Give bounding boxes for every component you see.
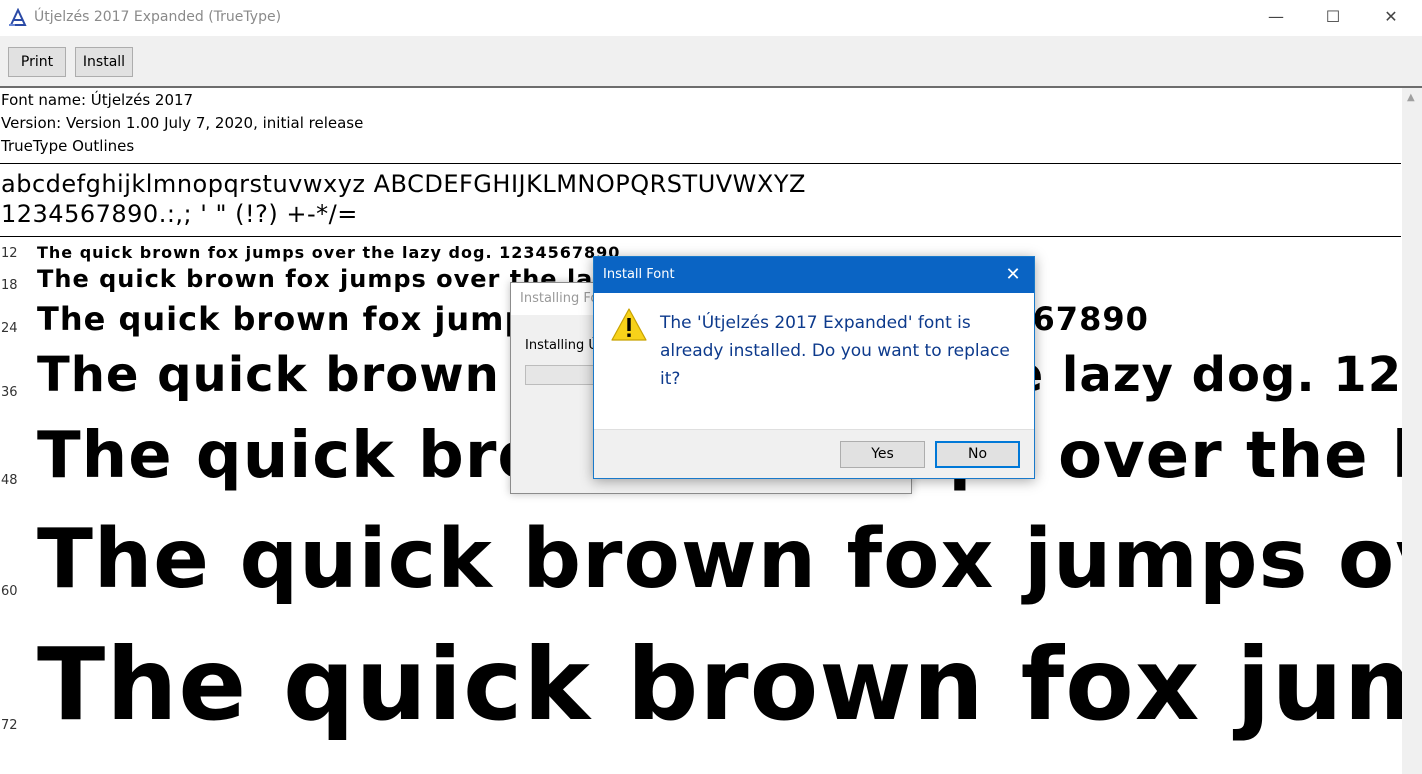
sample-size-label: 48: [1, 473, 18, 488]
divider: [0, 163, 1401, 164]
install-font-dialog: Install Font ✕ The 'Útjelzés 2017 Expand…: [593, 256, 1035, 479]
installing-dialog-title: Installing Fo: [520, 291, 599, 306]
sample-size-label: 60: [1, 584, 18, 599]
font-name-line: Font name: Útjelzés 2017: [1, 91, 194, 109]
maximize-button[interactable]: ☐: [1310, 0, 1356, 34]
dialog-close-button[interactable]: ✕: [992, 257, 1034, 293]
sample-size-label: 12: [1, 246, 18, 261]
font-version-line: Version: Version 1.00 July 7, 2020, init…: [1, 114, 364, 132]
close-window-button[interactable]: ✕: [1368, 0, 1414, 34]
minimize-button[interactable]: —: [1253, 0, 1299, 34]
scroll-up-arrow-icon[interactable]: ▲: [1407, 92, 1415, 103]
toolbar: Print Install: [0, 36, 1422, 88]
sample-text: The quick brown fox jumps over the lazy …: [37, 512, 1402, 607]
dialog-title: Install Font: [603, 267, 675, 282]
dialog-title-bar: Install Font ✕: [594, 257, 1034, 293]
divider: [0, 236, 1401, 237]
sample-size-label: 24: [1, 321, 18, 336]
font-outline-type: TrueType Outlines: [1, 137, 135, 155]
sample-size-label: 72: [1, 718, 18, 733]
warning-icon: [611, 308, 647, 341]
install-button[interactable]: Install: [75, 47, 133, 77]
dialog-button-bar: Yes No: [594, 429, 1034, 478]
no-button[interactable]: No: [935, 441, 1020, 468]
charset-digits-symbols: 1234567890.:,; ' " (!?) +-*/=: [1, 200, 358, 228]
vertical-scrollbar[interactable]: ▲: [1402, 88, 1422, 774]
sample-text: The quick brown fox jumps over the lazy …: [37, 626, 1402, 743]
charset-letters: abcdefghijklmnopqrstuvwxyz ABCDEFGHIJKLM…: [1, 170, 806, 198]
sample-size-label: 36: [1, 385, 18, 400]
yes-button[interactable]: Yes: [840, 441, 925, 468]
sample-row-60: 60 The quick brown fox jumps over the la…: [0, 506, 1402, 624]
title-bar: Útjelzés 2017 Expanded (TrueType) — ☐ ✕: [0, 0, 1422, 36]
window-title: Útjelzés 2017 Expanded (TrueType): [34, 9, 282, 25]
installing-message: Installing Ú: [525, 338, 598, 353]
sample-size-label: 18: [1, 278, 18, 293]
dialog-message: The 'Útjelzés 2017 Expanded' font is alr…: [660, 313, 1010, 389]
sample-text: The quick brown fox jumps over the lazy …: [37, 243, 621, 262]
font-app-icon: [9, 8, 27, 26]
sample-row-72: 72 The quick brown fox jumps over the la…: [0, 624, 1402, 774]
font-viewer-window: Útjelzés 2017 Expanded (TrueType) — ☐ ✕ …: [0, 0, 1422, 774]
print-button[interactable]: Print: [8, 47, 66, 77]
